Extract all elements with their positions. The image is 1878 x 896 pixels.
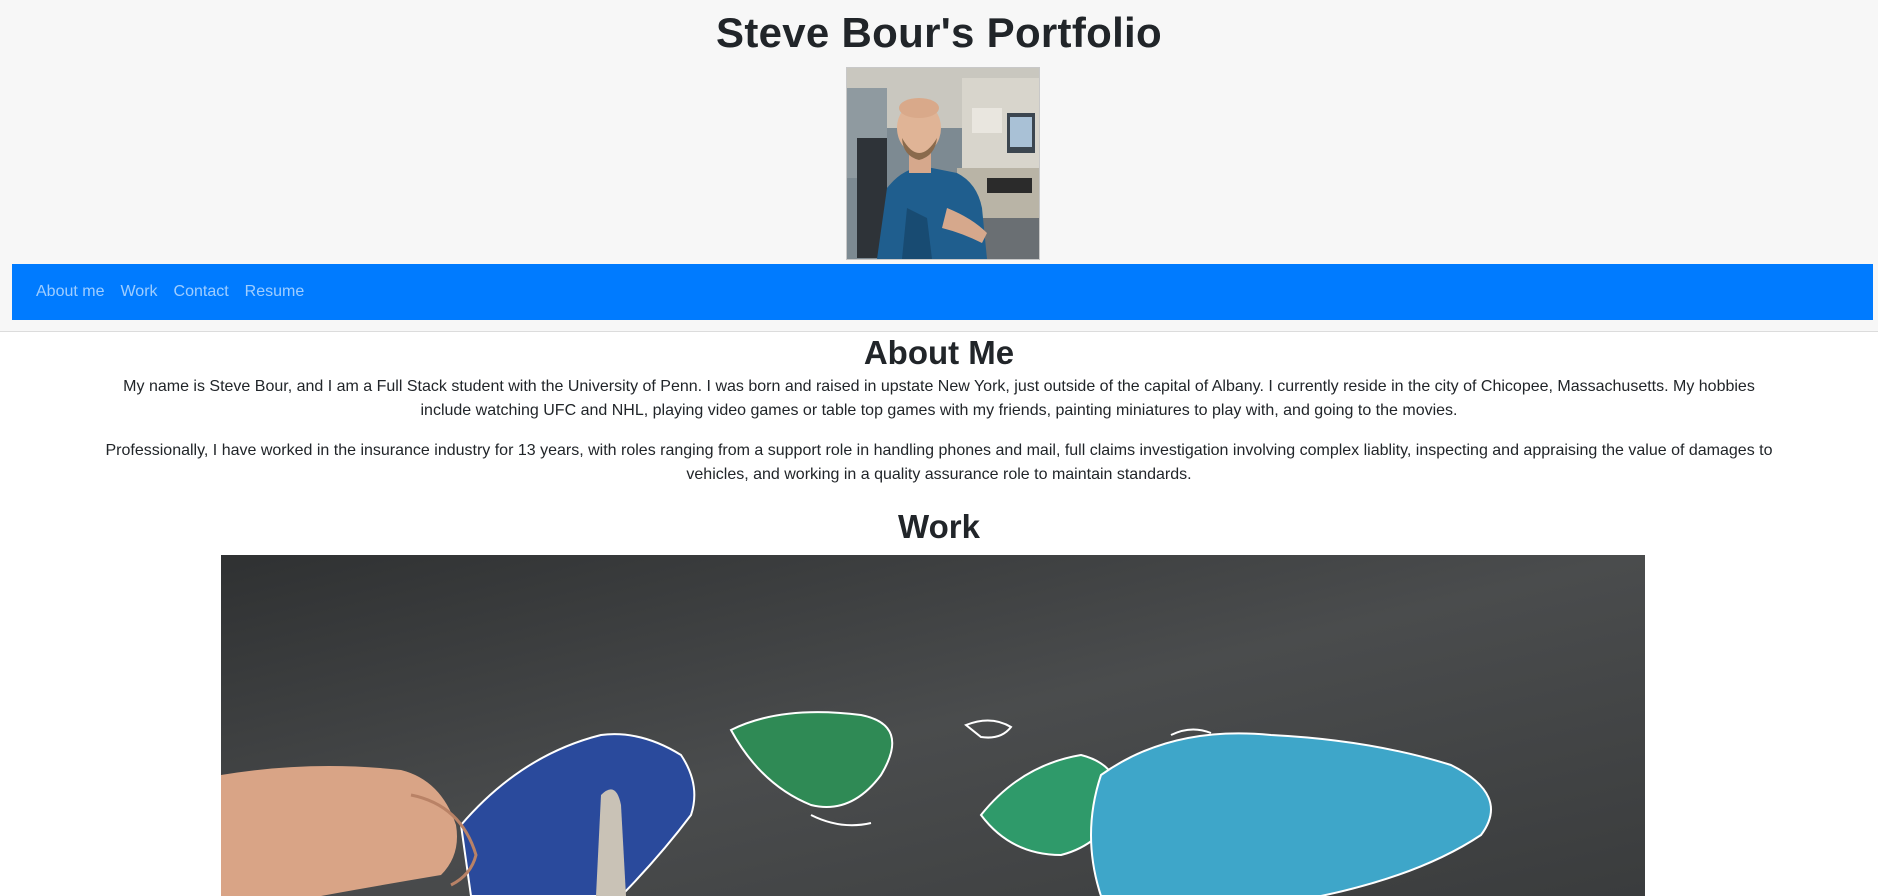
page-title: Steve Bour's Portfolio <box>716 9 1162 56</box>
work-section: Work <box>0 507 1878 547</box>
nav-link-work[interactable]: Work <box>120 283 157 301</box>
about-section: About Me My name is Steve Bour, and I am… <box>0 333 1878 487</box>
nav-link-contact[interactable]: Contact <box>174 283 229 301</box>
world-map-chalkboard-image <box>221 555 1645 896</box>
about-paragraph-professional: Professionally, I have worked in the ins… <box>105 442 1773 483</box>
work-title: Work <box>898 508 980 545</box>
hero-header: Steve Bour's Portfolio About me Work Con… <box>0 0 1878 332</box>
nav-link-resume[interactable]: Resume <box>245 283 305 301</box>
profile-photo <box>846 67 1040 260</box>
navbar: About me Work Contact Resume <box>12 264 1873 320</box>
nav-link-about-me[interactable]: About me <box>36 283 104 301</box>
about-paragraph-personal: My name is Steve Bour, and I am a Full S… <box>123 378 1755 419</box>
about-title: About Me <box>863 334 1015 371</box>
